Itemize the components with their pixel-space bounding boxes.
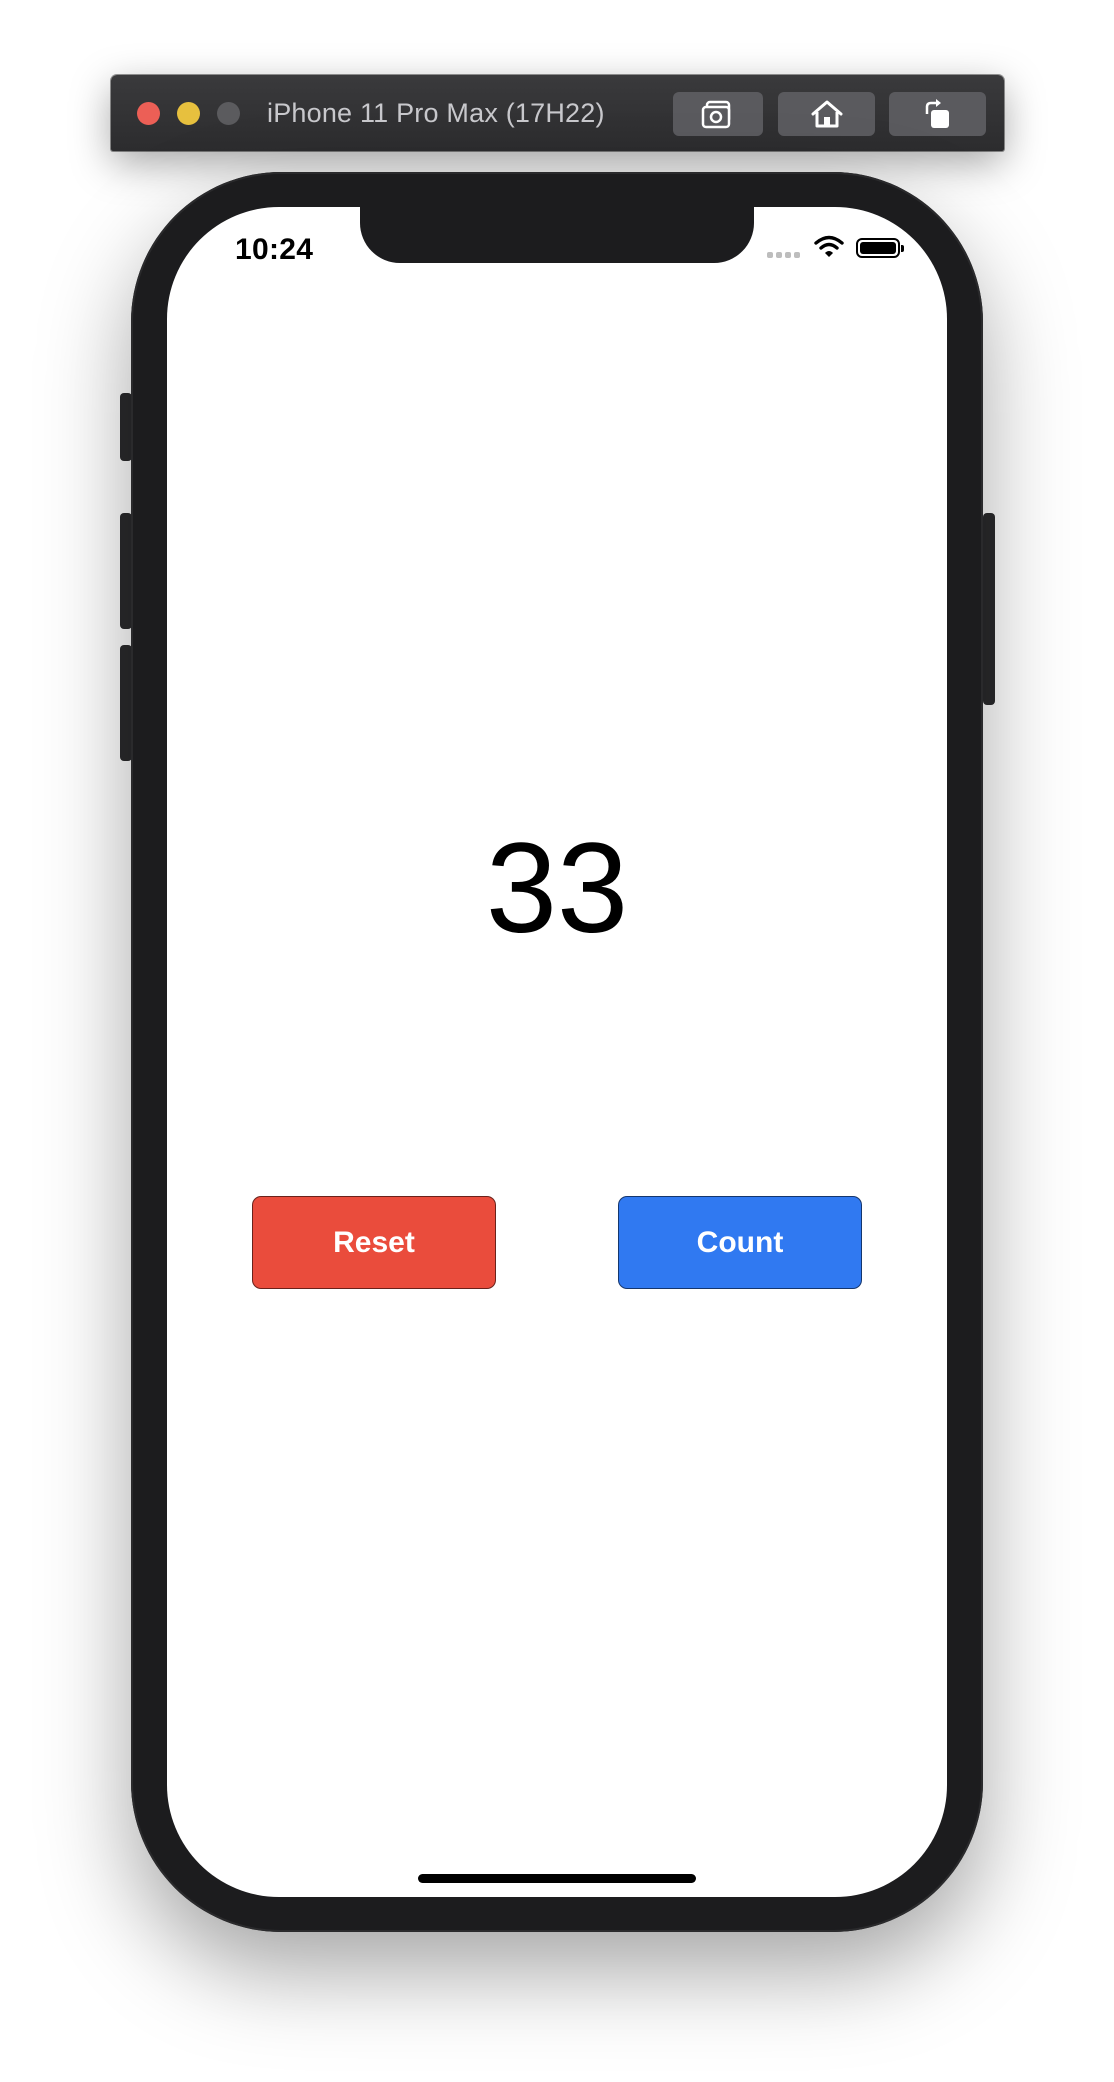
rotate-icon	[921, 98, 955, 130]
home-indicator[interactable]	[418, 1874, 696, 1883]
notch	[360, 207, 754, 263]
cellular-signal-icon	[767, 252, 800, 258]
count-button[interactable]: Count	[618, 1196, 862, 1289]
simulator-title-bar: iPhone 11 Pro Max (17H22)	[111, 75, 1004, 151]
screenshot-button[interactable]	[673, 92, 763, 136]
window-title: iPhone 11 Pro Max (17H22)	[267, 98, 605, 128]
home-icon	[810, 99, 844, 129]
reset-button[interactable]: Reset	[252, 1196, 496, 1289]
zoom-window-button[interactable]	[217, 102, 240, 125]
minimize-window-button[interactable]	[177, 102, 200, 125]
rotate-button[interactable]	[889, 92, 986, 136]
camera-icon	[701, 99, 735, 129]
home-button[interactable]	[778, 92, 875, 136]
close-window-button[interactable]	[137, 102, 160, 125]
battery-icon	[856, 238, 904, 258]
battery-level	[860, 242, 896, 254]
wifi-icon	[814, 235, 844, 262]
power-side-button	[983, 513, 995, 705]
counter-value: 33	[485, 817, 629, 960]
device-screen: 10:24 33 Reset Count	[167, 207, 947, 1897]
status-time: 10:24	[235, 233, 314, 266]
status-icons	[767, 235, 904, 262]
simulator-stage: iPhone 11 Pro Max (17H22) 10:24 33 Reset…	[0, 0, 1114, 2082]
